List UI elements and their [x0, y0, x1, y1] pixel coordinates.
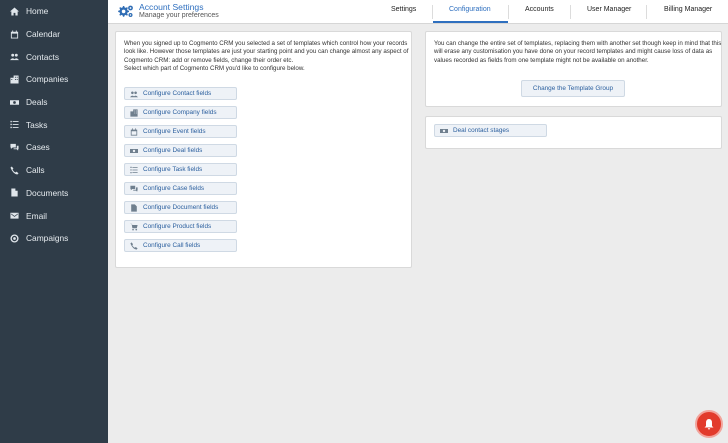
sidebar-item-cases[interactable]: Cases: [0, 136, 108, 159]
companies-icon: [128, 108, 140, 117]
button-label: Configure Company fields: [143, 109, 217, 116]
intro-paragraph: When you signed up to Cogmento CRM you s…: [124, 40, 409, 64]
companies-icon: [9, 74, 19, 84]
tab-divider: [570, 5, 571, 19]
deals-icon: [438, 127, 450, 135]
contacts-icon: [9, 52, 19, 62]
page-subtitle: Manage your preferences: [139, 12, 219, 19]
intro-text: When you signed up to Cogmento CRM you s…: [124, 40, 414, 74]
email-icon: [9, 211, 19, 221]
tab-billing-manager[interactable]: Billing Manager: [664, 6, 712, 13]
button-label: Configure Task fields: [143, 166, 203, 173]
calendar-icon: [9, 29, 19, 39]
configure-event-fields-button[interactable]: Configure Event fields: [124, 125, 237, 138]
tab-divider: [508, 5, 509, 19]
configure-task-fields-button[interactable]: Configure Task fields: [124, 163, 237, 176]
deals-icon: [128, 147, 140, 155]
button-label: Configure Contact fields: [143, 90, 212, 97]
sidebar-item-email[interactable]: Email: [0, 204, 108, 227]
tab-user-manager[interactable]: User Manager: [587, 6, 631, 13]
button-label: Configure Deal fields: [143, 147, 203, 154]
configure-deal-fields-button[interactable]: Configure Deal fields: [124, 144, 237, 157]
template-group-text: You can change the entire set of templat…: [434, 40, 722, 64]
notification-bell-button[interactable]: [695, 410, 723, 438]
deal-stages-panel: Deal contact stages: [425, 116, 722, 149]
tab-settings[interactable]: Settings: [391, 6, 416, 13]
page-header: Account Settings Manage your preferences…: [108, 0, 728, 24]
sidebar-item-label: Companies: [26, 74, 69, 85]
tab-configuration[interactable]: Configuration: [449, 6, 491, 13]
sidebar-item-companies[interactable]: Companies: [0, 68, 108, 91]
configure-company-fields-button[interactable]: Configure Company fields: [124, 106, 237, 119]
sidebar-item-calls[interactable]: Calls: [0, 159, 108, 182]
tab-accounts[interactable]: Accounts: [525, 6, 554, 13]
cart-icon: [128, 223, 140, 231]
sidebar-item-label: Calls: [26, 165, 45, 176]
gears-icon: [117, 4, 134, 19]
sidebar-item-label: Cases: [26, 142, 50, 153]
cases-icon: [128, 185, 140, 193]
phone-icon: [128, 241, 140, 250]
template-group-panel: You can change the entire set of templat…: [425, 31, 722, 107]
tab-divider: [432, 5, 433, 19]
phone-icon: [9, 165, 19, 175]
sidebar-item-label: Deals: [26, 97, 48, 108]
page-title: Account Settings: [139, 2, 204, 12]
configure-fields-panel: When you signed up to Cogmento CRM you s…: [115, 31, 412, 268]
sidebar-item-label: Tasks: [26, 119, 48, 130]
sidebar-item-contacts[interactable]: Contacts: [0, 45, 108, 68]
change-template-group-button[interactable]: Change the Template Group: [521, 80, 625, 97]
sidebar-item-documents[interactable]: Documents: [0, 182, 108, 205]
button-label: Configure Call fields: [143, 242, 201, 249]
document-icon: [9, 188, 19, 198]
sidebar-item-campaigns[interactable]: Campaigns: [0, 227, 108, 250]
button-label: Configure Document fields: [143, 204, 219, 211]
sidebar-item-label: Documents: [26, 187, 69, 198]
sidebar: Home Calendar Contacts Companies Deals T…: [0, 0, 108, 443]
sidebar-item-label: Campaigns: [26, 233, 69, 244]
tab-divider: [646, 5, 647, 19]
button-label: Configure Case fields: [143, 185, 205, 192]
configure-case-fields-button[interactable]: Configure Case fields: [124, 182, 237, 195]
configure-product-fields-button[interactable]: Configure Product fields: [124, 220, 237, 233]
sidebar-item-label: Home: [26, 6, 49, 17]
bell-icon: [703, 418, 715, 430]
sidebar-item-deals[interactable]: Deals: [0, 91, 108, 114]
configure-document-fields-button[interactable]: Configure Document fields: [124, 201, 237, 214]
sidebar-item-calendar[interactable]: Calendar: [0, 23, 108, 46]
tasks-icon: [128, 166, 140, 174]
sidebar-item-label: Calendar: [26, 29, 60, 40]
contacts-icon: [128, 90, 140, 98]
document-icon: [128, 203, 140, 212]
button-label: Configure Event fields: [143, 128, 206, 135]
deals-icon: [9, 97, 19, 107]
sidebar-item-label: Email: [26, 210, 47, 221]
sidebar-item-label: Contacts: [26, 51, 60, 62]
sidebar-item-home[interactable]: Home: [0, 0, 108, 23]
button-label: Configure Product fields: [143, 223, 212, 230]
home-icon: [9, 6, 19, 16]
button-label: Deal contact stages: [453, 127, 510, 134]
tasks-icon: [9, 120, 19, 130]
cases-icon: [9, 142, 19, 152]
campaigns-icon: [9, 233, 19, 243]
active-tab-indicator: [433, 21, 508, 23]
deal-contact-stages-button[interactable]: Deal contact stages: [434, 124, 547, 137]
configure-call-fields-button[interactable]: Configure Call fields: [124, 239, 237, 252]
sidebar-item-tasks[interactable]: Tasks: [0, 113, 108, 136]
calendar-icon: [128, 127, 140, 136]
configure-contact-fields-button[interactable]: Configure Contact fields: [124, 87, 237, 100]
intro-prompt: Select which part of Cogmento CRM you'd …: [124, 65, 305, 73]
